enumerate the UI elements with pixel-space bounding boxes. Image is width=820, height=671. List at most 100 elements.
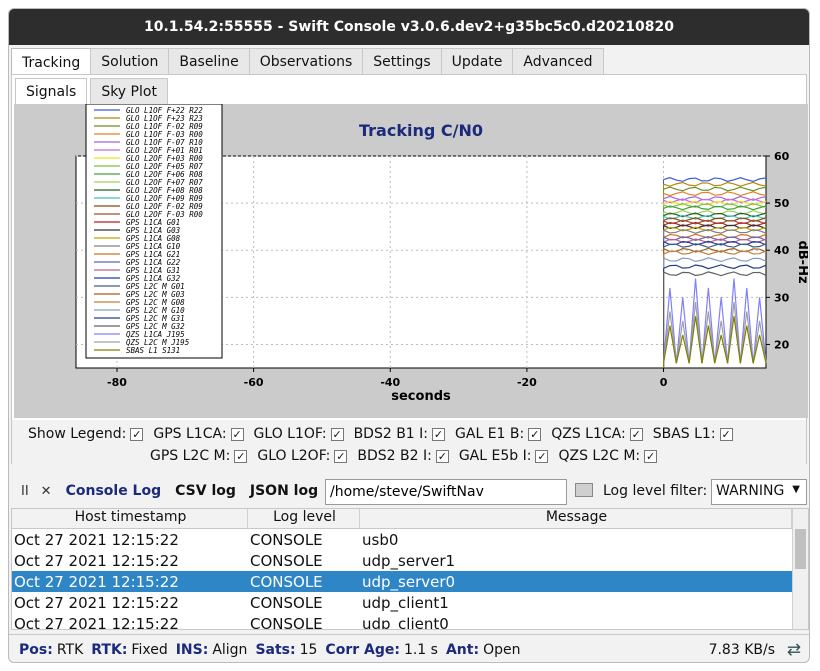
- toggle-checkbox[interactable]: ✓: [432, 427, 446, 441]
- cell-log-level: CONSOLE: [250, 530, 323, 549]
- clear-icon[interactable]: ✕: [41, 484, 52, 499]
- sub-tabs: Signals Sky Plot: [15, 78, 171, 104]
- tab-console-log[interactable]: Console Log: [66, 483, 162, 499]
- show-legend-label: Show Legend:: [28, 426, 127, 442]
- toggle-checkbox[interactable]: ✓: [719, 427, 733, 441]
- cell-log-level: CONSOLE: [250, 593, 323, 612]
- cell-timestamp: Oct 27 2021 12:15:22: [14, 530, 179, 549]
- pause-icon[interactable]: II: [21, 484, 29, 499]
- ant-label: Ant:: [445, 641, 480, 658]
- sats-label: Sats:: [255, 641, 296, 658]
- toggle-checkbox[interactable]: ✓: [334, 449, 348, 463]
- console-toolbar: II ✕ Console Log CSV log JSON log Log le…: [9, 471, 809, 511]
- toggle-row-2: GPS L2C M: ✓ GLO L2OF: ✓ BDS2 B2 I: ✓ GAL E5b …: [150, 448, 667, 464]
- log-rows: Oct 27 2021 12:15:22 CONSOLE usb0 Oct 27 20…: [12, 529, 808, 630]
- toggle-label: QZS L1CA:: [551, 426, 626, 442]
- x-axis-label: seconds: [391, 389, 451, 404]
- cell-message: usb0: [362, 530, 399, 549]
- tab-tracking[interactable]: Tracking: [11, 48, 92, 76]
- x-tick-label: -80: [107, 376, 127, 389]
- status-bar: Pos: RTK RTK: Fixed INS: Align Sats: 15 …: [9, 634, 809, 662]
- toggle-label: GPS L1CA:: [153, 426, 227, 442]
- cell-message: udp_server1: [362, 551, 456, 570]
- toggle-label: BDS2 B1 I:: [353, 426, 429, 442]
- tab-settings[interactable]: Settings: [362, 48, 442, 74]
- toggle-label: QZS L2C M:: [558, 448, 641, 464]
- show-legend-checkbox[interactable]: ✓: [130, 427, 144, 441]
- tab-solution[interactable]: Solution: [90, 48, 170, 74]
- log-level-select[interactable]: WARNING ▼: [711, 479, 807, 505]
- pos-label: Pos:: [19, 641, 53, 658]
- cell-timestamp: Oct 27 2021 12:15:22: [14, 593, 179, 612]
- window-title: 10.1.54.2:55555 - Swift Console v3.0.6.d…: [9, 9, 809, 45]
- cell-log-level: CONSOLE: [250, 614, 323, 630]
- toggle-checkbox[interactable]: ✓: [535, 449, 549, 463]
- toggle-label: GLO L2OF:: [257, 448, 331, 464]
- connection-arrows-icon: ⇄: [786, 640, 801, 660]
- x-tick-label: -40: [380, 376, 400, 389]
- toggle-checkbox[interactable]: ✓: [435, 449, 449, 463]
- col-log-level[interactable]: Log level: [248, 509, 360, 528]
- folder-icon[interactable]: [575, 483, 593, 497]
- cell-message: udp_client0: [362, 614, 449, 630]
- ant-value: Open: [483, 641, 521, 658]
- y-tick-label: 60: [774, 150, 790, 163]
- tab-baseline[interactable]: Baseline: [168, 48, 250, 74]
- cell-log-level: CONSOLE: [250, 572, 323, 591]
- col-message[interactable]: Message: [360, 509, 792, 528]
- tracking-chart: Tracking C/N0 -80 -60 -40 -20 0 20 30 40 50 60 seco…: [14, 104, 808, 418]
- tab-observations[interactable]: Observations: [248, 48, 364, 74]
- subtab-sky-plot[interactable]: Sky Plot: [90, 78, 168, 104]
- chevron-down-icon: ▼: [792, 484, 800, 495]
- toggle-label: GLO L1OF:: [253, 426, 327, 442]
- scroll-thumb[interactable]: [795, 529, 806, 569]
- main-tabs: Tracking Solution Baseline Observations …: [11, 48, 604, 76]
- x-tick-label: 0: [660, 376, 668, 389]
- y-axis-label: dB-Hz: [795, 240, 808, 283]
- x-tick-label: -60: [244, 376, 264, 389]
- y-tick-label: 50: [774, 197, 790, 210]
- table-row[interactable]: Oct 27 2021 12:15:22 CONSOLE udp_client1: [12, 592, 808, 613]
- table-row[interactable]: Oct 27 2021 12:15:22 CONSOLE usb0: [12, 529, 808, 550]
- table-row[interactable]: Oct 27 2021 12:15:22 CONSOLE udp_client0: [12, 613, 808, 630]
- toggle-checkbox[interactable]: ✓: [330, 427, 344, 441]
- toggle-label: SBAS L1:: [652, 426, 716, 442]
- cell-timestamp: Oct 27 2021 12:15:22: [14, 572, 179, 591]
- tab-update[interactable]: Update: [440, 48, 514, 74]
- tab-advanced[interactable]: Advanced: [512, 48, 604, 74]
- chart-svg: Tracking C/N0 -80 -60 -40 -20 0 20 30 40 50 60 seco…: [75, 104, 808, 404]
- subtab-signals[interactable]: Signals: [15, 78, 88, 104]
- tab-csv-log[interactable]: CSV log: [175, 483, 236, 499]
- toggle-checkbox[interactable]: ✓: [644, 449, 658, 463]
- table-row[interactable]: Oct 27 2021 12:15:22 CONSOLE udp_server1: [12, 550, 808, 571]
- toggle-row-1: Show Legend: ✓ GPS L1CA: ✓ GLO L1OF: ✓ BDS2 …: [28, 426, 743, 442]
- cell-timestamp: Oct 27 2021 12:15:22: [14, 551, 179, 570]
- y-tick-label: 20: [774, 338, 790, 351]
- x-tick-label: -20: [517, 376, 537, 389]
- toggle-label: BDS2 B2 I:: [357, 448, 432, 464]
- rtk-value: Fixed: [131, 641, 168, 658]
- log-path-input[interactable]: [325, 479, 567, 505]
- cell-message: udp_server0: [362, 572, 456, 591]
- tab-json-log[interactable]: JSON log: [250, 483, 318, 499]
- log-table-header: Host timestamp Log level Message: [12, 509, 808, 529]
- toggle-checkbox[interactable]: ✓: [629, 427, 643, 441]
- table-row[interactable]: Oct 27 2021 12:15:22 CONSOLE udp_server0: [12, 571, 808, 592]
- ins-label: INS:: [175, 641, 209, 658]
- pos-value: RTK: [56, 641, 84, 658]
- col-host-timestamp[interactable]: Host timestamp: [12, 509, 248, 528]
- ins-value: Align: [212, 641, 248, 658]
- sats-value: 15: [299, 641, 318, 658]
- log-scrollbar[interactable]: [792, 509, 808, 629]
- y-tick-label: 30: [774, 291, 790, 304]
- toggle-checkbox[interactable]: ✓: [234, 449, 248, 463]
- toggle-label: GAL E5b I:: [458, 448, 532, 464]
- toggle-label: GAL E1 B:: [455, 426, 525, 442]
- signal-toggles: Show Legend: ✓ GPS L1CA: ✓ GLO L1OF: ✓ BDS2 …: [12, 420, 806, 464]
- y-tick-label: 40: [774, 244, 790, 257]
- log-table: Host timestamp Log level Message Oct 27 …: [11, 508, 809, 630]
- toggle-label: GPS L2C M:: [150, 448, 231, 464]
- toggle-checkbox[interactable]: ✓: [230, 427, 244, 441]
- app-window: 10.1.54.2:55555 - Swift Console v3.0.6.d…: [8, 8, 810, 663]
- toggle-checkbox[interactable]: ✓: [528, 427, 542, 441]
